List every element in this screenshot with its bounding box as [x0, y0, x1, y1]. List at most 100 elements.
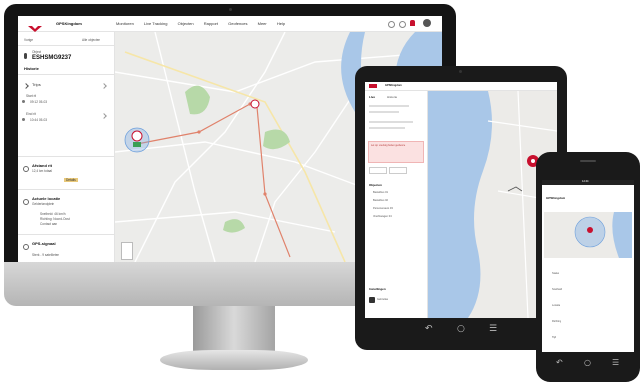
back-link[interactable]: Vorige	[24, 38, 33, 42]
tablet-camera	[459, 70, 462, 73]
location-title[interactable]: Actuele locatie	[32, 196, 60, 201]
divider	[18, 234, 114, 235]
nav-item-geofences[interactable]: Geofences	[228, 21, 247, 26]
object-name: ESHSMG9237	[32, 55, 72, 61]
phone-field: Snelheid	[552, 288, 563, 291]
home-nav-icon[interactable]: ○	[584, 358, 591, 367]
phone-time: 12:44	[582, 180, 589, 183]
home-nav-icon[interactable]: ○	[457, 324, 465, 334]
history-label[interactable]: Historie	[24, 66, 39, 71]
direction-line: Richting: Noord-Oost	[40, 217, 70, 221]
object-item[interactable]: Bestelbus 02	[373, 199, 388, 203]
divider	[18, 45, 114, 46]
speed-line: Snelheid: 46 km/h	[40, 212, 66, 216]
phone-field: Locatie	[552, 304, 561, 307]
monitor-stand-neck	[193, 306, 275, 354]
route-point	[263, 192, 267, 196]
main-nav: Monitoren Live Tracking Objecten Rapport…	[116, 21, 326, 26]
trips-label[interactable]: Trips	[32, 82, 41, 87]
phone-title: GPSKingdom	[546, 196, 566, 200]
recent-apps-nav-icon[interactable]: ☰	[489, 324, 497, 334]
nav-item-help[interactable]: Help	[277, 21, 285, 26]
alert-box[interactable]: Let op: voertuig buiten geofence	[368, 141, 424, 163]
start-marker-icon	[22, 100, 25, 103]
divider	[18, 156, 114, 157]
search-icon[interactable]	[388, 21, 395, 28]
details-tag[interactable]: Details	[64, 178, 78, 182]
end-marker-icon	[22, 118, 25, 121]
nav-item-live-tracking[interactable]: Live Tracking	[144, 21, 168, 26]
zoom-controls[interactable]	[121, 242, 133, 260]
object-item[interactable]: Vrachtwagen 04	[373, 215, 392, 219]
tablet-placeholder-lines	[369, 105, 409, 107]
chevron-right-icon	[101, 113, 107, 119]
tablet-button[interactable]	[369, 167, 387, 174]
divider	[18, 189, 114, 190]
pin-icon	[24, 53, 27, 59]
sidebar: Vorige Alle objecten Object ESHSMG9237 H…	[18, 32, 115, 262]
tablet-placeholder-lines	[369, 121, 413, 123]
gps-title[interactable]: GPS-signaal	[32, 241, 56, 246]
back-nav-icon[interactable]: ↶	[556, 358, 563, 367]
location-sub: Gelderlandplein	[32, 202, 55, 206]
user-label: Gebruiker	[377, 298, 389, 301]
app-name[interactable]: GPSKingdom	[56, 21, 82, 26]
distance-title[interactable]: Afstand rit	[32, 163, 52, 168]
nav-item-objecten[interactable]: Objecten	[178, 21, 194, 26]
object-label: Object	[32, 50, 42, 54]
phone-map-canvas[interactable]	[544, 212, 632, 258]
park-area	[263, 129, 290, 150]
object-item[interactable]: Bestelbus 01	[373, 191, 388, 195]
divider	[18, 74, 114, 75]
nav-item-meer[interactable]: Meer	[258, 21, 267, 26]
phone-screen: 12:44 GPSKingdom Status Snelheid Locatie…	[542, 180, 634, 352]
expand-icon[interactable]	[23, 83, 29, 89]
settings-icon[interactable]	[399, 21, 406, 28]
ignition-line: Contact aan	[40, 222, 58, 226]
location-icon	[23, 199, 29, 205]
recent-apps-nav-icon[interactable]: ☰	[612, 358, 619, 367]
end-trip-label: Eind rit	[26, 112, 36, 116]
nav-item-rapport[interactable]: Rapport	[204, 21, 218, 26]
back-nav-icon[interactable]: ↶	[425, 324, 433, 334]
phone-map[interactable]	[544, 212, 632, 258]
tablet-placeholder-lines	[369, 111, 399, 113]
gps-icon	[23, 244, 29, 250]
chevron-right-icon	[101, 83, 107, 89]
user-avatar[interactable]	[369, 297, 375, 303]
monitor-stand-base	[160, 350, 308, 370]
tablet-sidebar: Live Historie Let op: voertuig buiten ge…	[365, 91, 428, 318]
vehicle-marker-icon	[131, 130, 143, 142]
phone-field: Richting	[552, 320, 562, 323]
tablet-tab-history[interactable]: Historie	[387, 95, 397, 99]
brand-logo-icon	[28, 20, 42, 32]
objects-section-title: Objecten	[369, 183, 382, 187]
tablet-placeholder-lines	[369, 127, 405, 129]
tablet-app-name[interactable]: GPSKingdom	[385, 84, 402, 88]
avatar[interactable]	[423, 19, 431, 27]
route-line	[507, 186, 523, 192]
brand-logo-icon	[369, 84, 377, 88]
end-trip-value: 10:44 05-03	[30, 118, 48, 122]
phone-speaker	[580, 160, 596, 162]
tablet-screen: GPSKingdom Live Historie Let op: voertui…	[365, 82, 557, 318]
phone-field: Status	[552, 272, 560, 275]
tablet-tab-live[interactable]: Live	[369, 95, 375, 99]
phone-device: 12:44 GPSKingdom Status Snelheid Locatie…	[536, 152, 640, 382]
object-item[interactable]: Personenauto 03	[373, 207, 393, 211]
all-objects-link[interactable]: Alle objecten	[82, 38, 100, 42]
route-point	[197, 130, 201, 134]
alert-text: Let op: voertuig buiten geofence	[371, 144, 406, 147]
vehicle-icon	[133, 142, 141, 147]
park-area	[223, 219, 245, 233]
route-line	[136, 103, 291, 258]
distance-icon	[23, 166, 29, 172]
camera-dot	[229, 8, 232, 11]
settings-label[interactable]: Instellingen	[369, 287, 386, 291]
top-navbar: GPSKingdom Monitoren Live Tracking Objec…	[18, 16, 442, 32]
nav-item-monitoren[interactable]: Monitoren	[116, 21, 134, 26]
gps-sub: Sterk - 9 satellieten	[32, 253, 60, 257]
phone-status-bar: 12:44	[542, 180, 634, 185]
notification-icon[interactable]	[410, 20, 415, 26]
tablet-button[interactable]	[389, 167, 407, 174]
